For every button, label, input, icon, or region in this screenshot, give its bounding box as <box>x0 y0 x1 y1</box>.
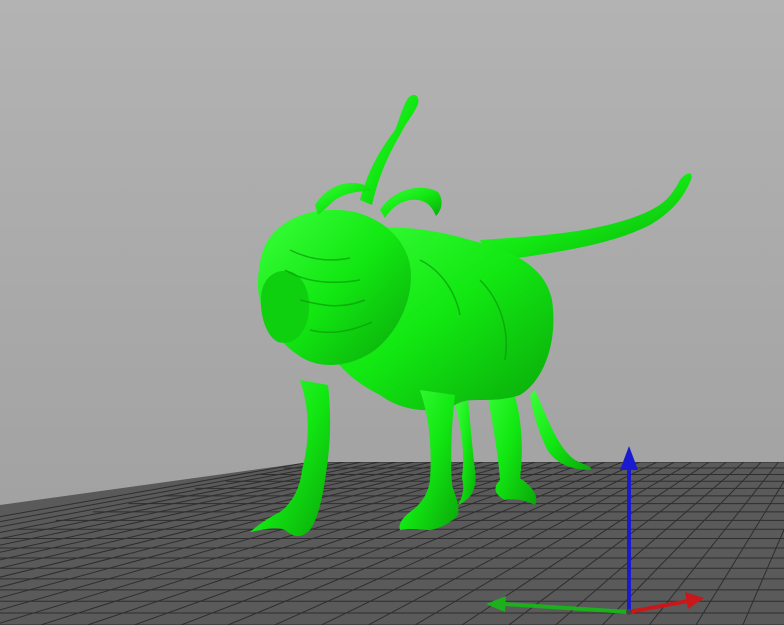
axis-origin <box>626 609 632 615</box>
3d-viewport[interactable] <box>0 0 784 625</box>
model-tendril-2 <box>380 187 442 218</box>
model-tail <box>480 173 692 262</box>
model-tail-tip <box>530 390 592 470</box>
build-plate[interactable] <box>0 462 784 625</box>
scene <box>0 94 784 625</box>
axis-z-arrow <box>620 446 638 470</box>
model-face <box>260 270 310 343</box>
